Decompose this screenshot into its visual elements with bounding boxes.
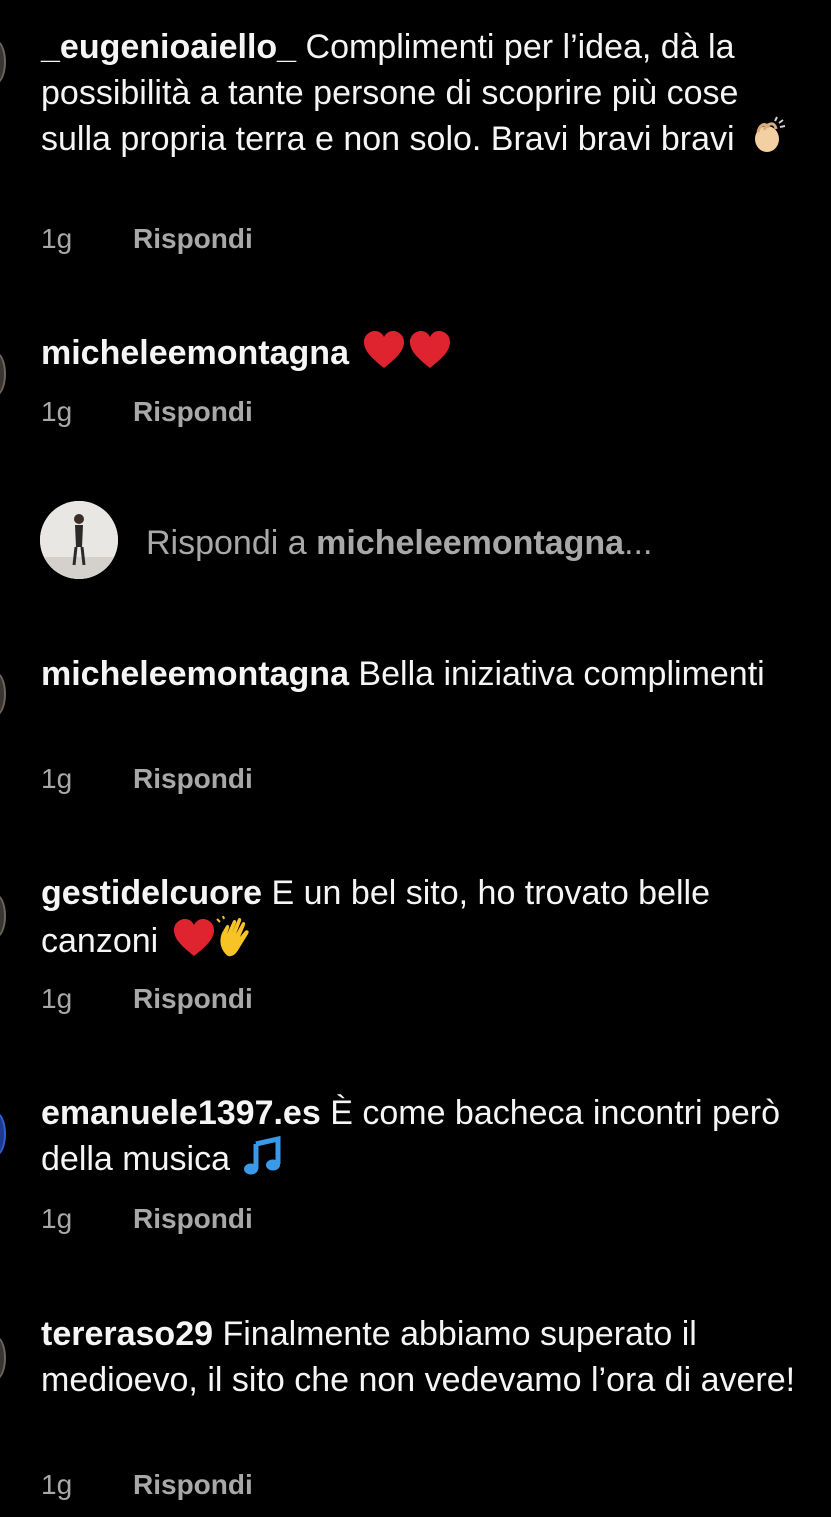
comment-age: 1g xyxy=(41,763,73,794)
comment-body: gestidelcuore E un bel sito, ho trovato … xyxy=(41,870,801,970)
red-heart-icon xyxy=(362,330,406,382)
comment-meta: 1g Rispondi xyxy=(41,395,253,429)
comment-body: tereraso29 Finalmente abbiamo superato i… xyxy=(41,1311,801,1403)
comment-age: 1g xyxy=(41,1203,73,1234)
comment-username[interactable]: _eugenioaiello_ xyxy=(41,28,296,66)
comment-body: emanuele1397.es È come bacheca incontri … xyxy=(41,1090,801,1188)
reply-button[interactable]: Rispondi xyxy=(133,983,253,1014)
comment-username[interactable]: tereraso29 xyxy=(41,1315,213,1353)
comment-meta: 1g Rispondi xyxy=(41,222,253,256)
comment-meta: 1g Rispondi xyxy=(41,762,253,796)
reply-suffix: ... xyxy=(624,524,653,562)
avatar[interactable] xyxy=(0,352,6,396)
comment-username[interactable]: micheleemontagna xyxy=(41,655,349,693)
reply-input-row[interactable]: Rispondi a micheleemontagna... xyxy=(40,500,820,580)
clapping-hands-icon xyxy=(748,116,788,168)
reply-button[interactable]: Rispondi xyxy=(133,1469,253,1500)
reply-input-placeholder[interactable]: Rispondi a micheleemontagna... xyxy=(146,520,652,566)
comment-text: Bella iniziativa complimenti xyxy=(348,655,765,693)
comment-meta: 1g Rispondi xyxy=(41,1468,253,1502)
comment-body: _eugenioaiello_ Complimenti per l’idea, … xyxy=(41,24,801,168)
comment-username[interactable]: micheleemontagna xyxy=(41,334,349,372)
red-heart-icon xyxy=(408,330,452,382)
reply-prefix: Rispondi a xyxy=(146,524,317,562)
comment-age: 1g xyxy=(41,1469,73,1500)
reply-button[interactable]: Rispondi xyxy=(133,763,253,794)
music-note-icon xyxy=(243,1135,283,1188)
avatar[interactable] xyxy=(0,672,6,716)
comment-body: micheleemontagna xyxy=(41,330,801,382)
avatar[interactable] xyxy=(0,1336,6,1380)
comment-body: micheleemontagna Bella iniziativa compli… xyxy=(41,651,801,697)
red-heart-icon xyxy=(172,918,216,970)
comment-username[interactable]: gestidelcuore xyxy=(41,874,262,912)
avatar[interactable] xyxy=(0,894,6,938)
comment-age: 1g xyxy=(41,223,73,254)
comment-age: 1g xyxy=(41,396,73,427)
avatar xyxy=(40,501,118,579)
reply-target-username: micheleemontagna xyxy=(316,524,625,562)
comment-age: 1g xyxy=(41,983,73,1014)
comment-username[interactable]: emanuele1397.es xyxy=(41,1094,321,1132)
comment-meta: 1g Rispondi xyxy=(41,1202,253,1236)
reply-button[interactable]: Rispondi xyxy=(133,396,253,427)
comment-meta: 1g Rispondi xyxy=(41,982,253,1016)
reply-button[interactable]: Rispondi xyxy=(133,1203,253,1234)
avatar[interactable] xyxy=(0,40,6,84)
reply-button[interactable]: Rispondi xyxy=(133,223,253,254)
avatar[interactable] xyxy=(0,1112,6,1156)
waving-hand-icon xyxy=(215,915,256,970)
